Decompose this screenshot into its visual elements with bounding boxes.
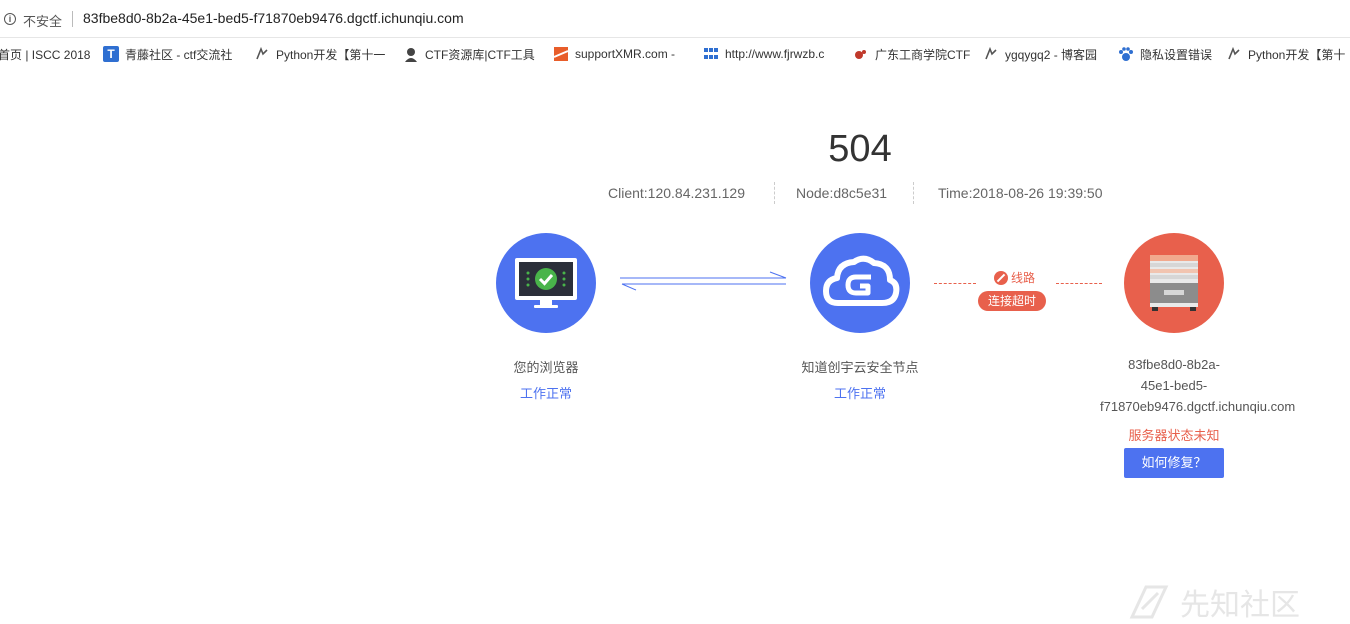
info-icon[interactable]: i <box>4 13 16 25</box>
divider <box>774 182 775 204</box>
bookmark-label: 青藤社区 - ctf交流社 <box>125 47 233 62</box>
address-bar[interactable]: i 不安全 83fbe8d0-8b2a-45e1-bed5-f71870eb94… <box>0 0 1350 38</box>
cdn-status: 工作正常 <box>833 386 886 401</box>
paw-icon <box>1119 47 1133 61</box>
bookmark-label: 隐私设置错误 <box>1140 47 1213 62</box>
server-icon <box>1150 255 1198 311</box>
cnblogs-icon <box>1228 46 1240 60</box>
watermark-text: 先知社区 <box>1180 589 1300 622</box>
hostname-line: 83fbe8d0-8b2a- <box>1128 357 1220 372</box>
browser-label: 您的浏览器 <box>513 360 579 375</box>
server-status: 服务器状态未知 <box>1128 428 1220 443</box>
browser-node <box>496 233 596 333</box>
bookmark-item[interactable]: supportXMR.com - <box>553 46 675 62</box>
bookmark-item[interactable]: Python开发【第十一 <box>254 46 385 62</box>
grid-icon <box>704 48 718 59</box>
node-info: Node:d8c5e31 <box>796 185 888 201</box>
bookmark-label: 首页 | ISCC 2018 <box>0 47 91 62</box>
time-info: Time:2018-08-26 19:39:50 <box>938 185 1103 201</box>
cloud-icon <box>823 255 900 306</box>
monitor-check-icon <box>515 258 577 308</box>
bookmark-item[interactable]: T 青藤社区 - ctf交流社 <box>103 46 232 62</box>
error-code: 504 <box>828 128 892 170</box>
connection-arrows-icon <box>620 271 787 291</box>
route-line-right <box>1056 283 1102 284</box>
security-label[interactable]: 不安全 <box>23 11 62 30</box>
bookmark-item[interactable]: 隐私设置错误 <box>1118 46 1212 62</box>
hostname-line: f71870eb9476.dgctf.ichunqiu.com <box>1100 399 1296 414</box>
bookmark-label: 广东工商学院CTF <box>875 47 971 62</box>
how-to-fix-button[interactable]: 如何修复？ <box>1124 448 1224 478</box>
route-label: 线路 <box>1011 271 1036 285</box>
xmr-icon <box>553 47 569 61</box>
route-status: 线路 <box>994 269 1035 286</box>
red-dot-icon <box>855 50 866 59</box>
client-info: Client:120.84.231.129 <box>608 185 745 201</box>
browser-status: 工作正常 <box>519 386 572 401</box>
bookmark-item[interactable]: http://www.fjrwzb.c <box>703 46 824 62</box>
bookmark-label: CTF资源库|CTF工具 <box>425 47 535 62</box>
timeout-badge: 连接超时 <box>978 291 1047 311</box>
bookmark-label: http://www.fjrwzb.c <box>725 47 825 61</box>
watermark: 先知社区 <box>1128 580 1300 624</box>
bookmark-label: Python开发【第十 <box>1248 47 1346 62</box>
bookmark-item[interactable]: CTF资源库|CTF工具 <box>403 46 535 62</box>
bookmark-item[interactable]: 广东工商学院CTF <box>853 46 970 62</box>
t-square-icon: T <box>103 46 119 62</box>
bookmark-item[interactable]: ygqygq2 - 博客园 <box>983 46 1097 62</box>
hostname-line: 45e1-bed5- <box>1140 378 1208 393</box>
route-line-left <box>934 283 976 284</box>
bookmark-label: ygqygq2 - 博客园 <box>1005 47 1098 62</box>
divider <box>72 11 73 27</box>
divider <box>913 182 914 204</box>
bookmark-item[interactable]: 首页 | ISCC 2018 <box>0 46 91 62</box>
cdn-node <box>810 233 910 333</box>
url-text[interactable]: 83fbe8d0-8b2a-45e1-bed5-f71870eb9476.dgc… <box>83 10 464 26</box>
cdn-label: 知道创宇云安全节点 <box>801 360 919 375</box>
server-hostname: 83fbe8d0-8b2a- 45e1-bed5- f71870eb9476.d… <box>1100 354 1296 417</box>
hacker-icon <box>405 48 417 62</box>
error-page: 504 Client:120.84.231.129 Node:d8c5e31 T… <box>0 70 1350 622</box>
cnblogs-icon <box>256 46 268 60</box>
server-node <box>1124 233 1224 333</box>
bookmark-item[interactable]: Python开发【第十 <box>1226 46 1345 62</box>
bookmarks-bar: 首页 | ISCC 2018 T 青藤社区 - ctf交流社 Python开发【… <box>0 38 1350 70</box>
blocked-icon <box>994 270 1008 285</box>
cnblogs-icon <box>985 46 997 60</box>
bookmark-label: supportXMR.com - <box>575 47 676 61</box>
watermark-logo-icon <box>1129 585 1169 619</box>
bookmark-label: Python开发【第十一 <box>276 47 386 62</box>
